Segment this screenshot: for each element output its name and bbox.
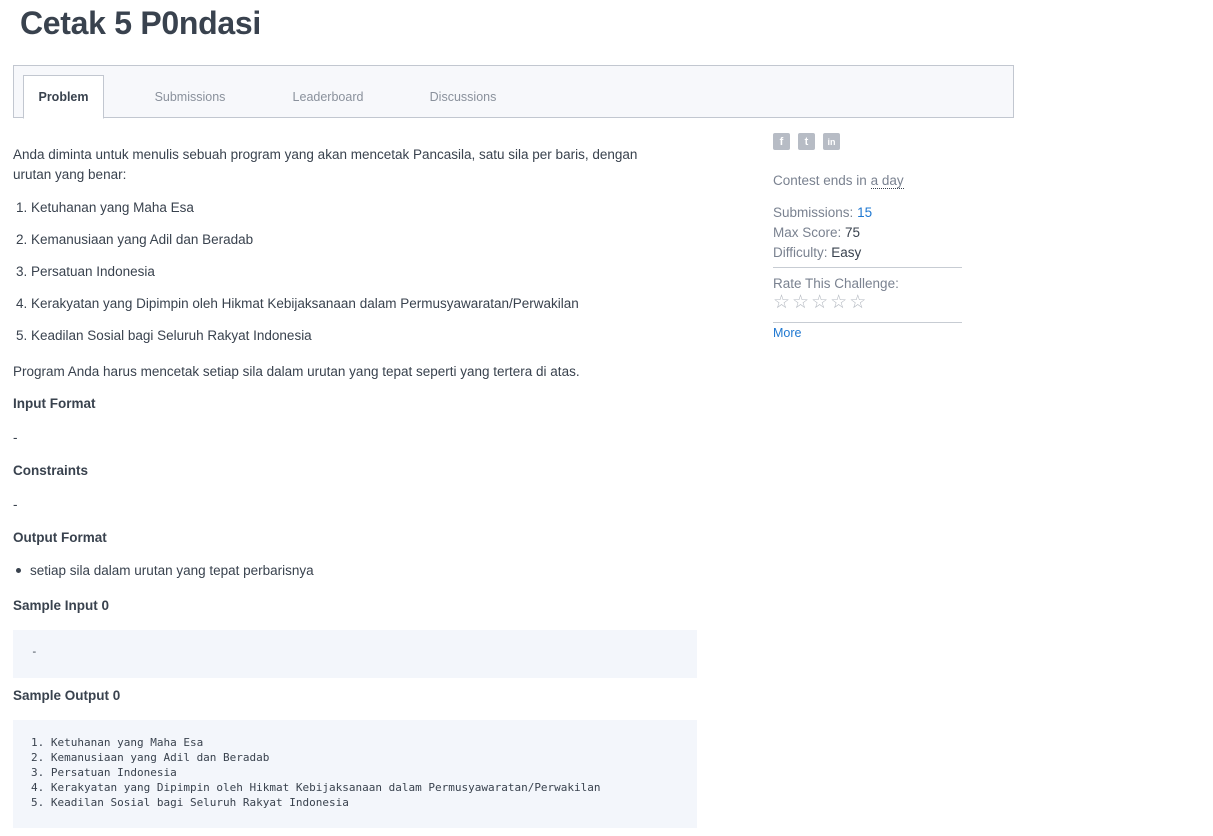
list-item: 5. Keadilan Sosial bagi Seluruh Rakyat I… [16,328,312,343]
difficulty-value: Easy [831,245,862,260]
intro-text-line-2: urutan yang benar: [13,167,127,182]
bullet-dot [16,568,21,573]
submissions-count-link[interactable]: 15 [857,205,872,220]
star-icon[interactable]: ☆ [811,293,828,313]
contest-ends: Contest ends in a day [773,173,904,189]
twitter-icon[interactable]: t [798,133,815,150]
list-item: 3. Persatuan Indonesia [16,264,155,279]
difficulty-label: Difficulty: [773,245,828,260]
code-line: - [31,645,38,658]
tab-discussions[interactable]: Discussions [407,75,519,118]
submissions-stat: Submissions: 15 [773,205,872,220]
submissions-label: Submissions: [773,205,854,220]
input-format-text: - [13,430,18,445]
difficulty-stat: Difficulty: Easy [773,245,861,260]
more-link[interactable]: More [773,326,801,340]
star-icon[interactable]: ☆ [849,293,866,313]
max-score-label: Max Score: [773,225,842,240]
contest-ends-label: Contest ends in [773,173,867,188]
code-line: 2. Kemanusiaan yang Adil dan Beradab [31,751,270,764]
sample-output-code: 1. Ketuhanan yang Maha Esa 2. Kemanusiaa… [13,720,697,828]
output-format-bullet: setiap sila dalam urutan yang tepat perb… [30,563,314,578]
divider [773,267,962,268]
max-score-stat: Max Score: 75 [773,225,860,240]
list-item: 1. Ketuhanan yang Maha Esa [16,200,194,215]
rate-challenge-label: Rate This Challenge: [773,276,899,291]
constraints-heading: Constraints [13,463,89,478]
list-item: 2. Kemanusiaan yang Adil dan Beradab [16,232,254,247]
tab-problem[interactable]: Problem [23,75,104,119]
constraints-text: - [13,497,18,512]
sample-input-heading: Sample Input 0 [13,598,110,613]
max-score-value: 75 [845,225,861,240]
sample-input-code: - [13,630,697,678]
sample-output-heading: Sample Output 0 [13,688,121,703]
code-line: 4. Kerakyatan yang Dipimpin oleh Hikmat … [31,781,601,794]
tab-bar: Problem Submissions Leaderboard Discussi… [13,65,1014,119]
input-format-heading: Input Format [13,396,96,411]
facebook-icon[interactable]: f [773,133,790,150]
closing-text: Program Anda harus mencetak setiap sila … [13,364,580,379]
star-icon[interactable]: ☆ [773,293,790,313]
divider [773,322,962,323]
star-icon[interactable]: ☆ [792,293,809,313]
code-line: 3. Persatuan Indonesia [31,766,177,779]
linkedin-icon[interactable]: in [823,133,840,150]
intro-text-line-1: Anda diminta untuk menulis sebuah progra… [13,147,638,162]
tab-submissions[interactable]: Submissions [134,75,246,118]
list-item: 4. Kerakyatan yang Dipimpin oleh Hikmat … [16,296,579,311]
code-line: 1. Ketuhanan yang Maha Esa [31,736,204,749]
output-format-heading: Output Format [13,530,107,545]
page-title: Cetak 5 P0ndasi [20,5,261,41]
code-line: 5. Keadilan Sosial bagi Seluruh Rakyat I… [31,796,349,809]
star-icon[interactable]: ☆ [830,293,847,313]
tab-leaderboard[interactable]: Leaderboard [272,75,384,118]
contest-ends-value: a day [870,173,904,189]
rating-stars: ☆ ☆ ☆ ☆ ☆ [773,293,866,313]
